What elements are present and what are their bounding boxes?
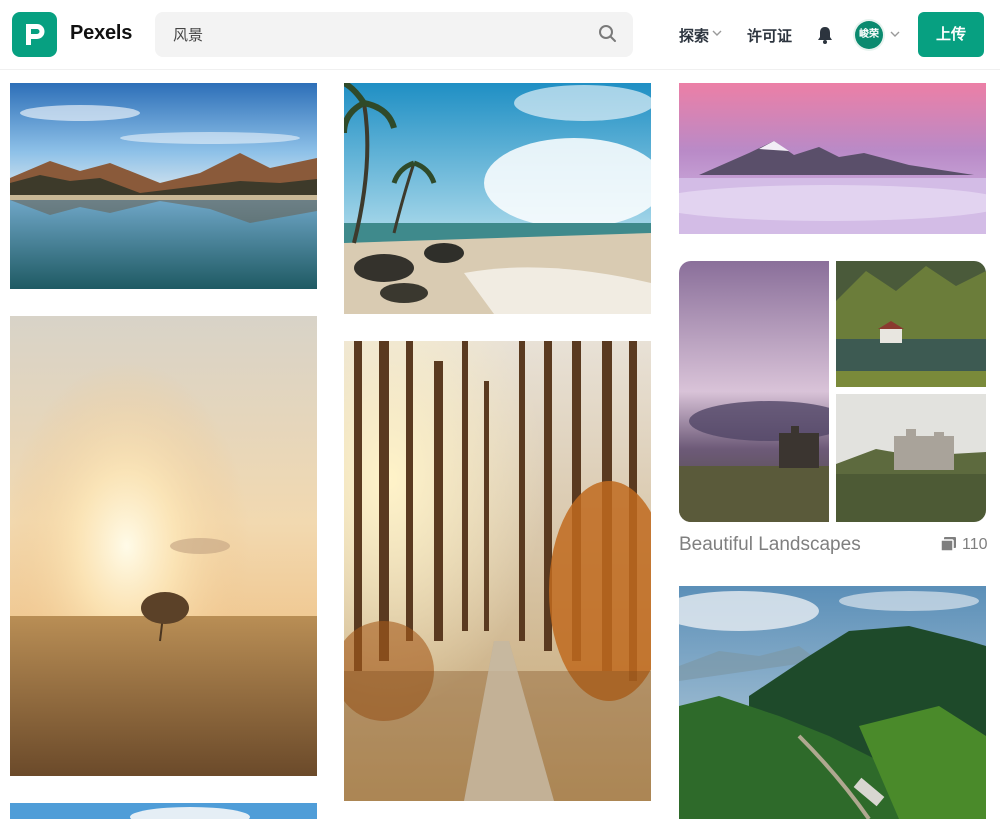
photo-partial-bottom[interactable] bbox=[10, 803, 317, 819]
search-bar bbox=[155, 12, 633, 57]
chevron-down-icon[interactable] bbox=[712, 29, 722, 37]
nav-license[interactable]: 许可证 bbox=[747, 25, 792, 46]
bell-icon[interactable] bbox=[816, 25, 834, 45]
photo-mountain-lake[interactable] bbox=[10, 83, 317, 289]
upload-button[interactable]: 上传 bbox=[918, 12, 984, 57]
search-input[interactable] bbox=[155, 12, 585, 57]
search-icon[interactable] bbox=[598, 24, 618, 44]
photo-sunset-field[interactable] bbox=[10, 316, 317, 776]
logo-text[interactable]: Pexels bbox=[70, 22, 132, 45]
collection-photo-castle-ruins[interactable] bbox=[836, 394, 986, 522]
pexels-logo-icon[interactable] bbox=[12, 12, 57, 57]
collection-images-icon bbox=[940, 537, 956, 552]
collection-title[interactable]: Beautiful Landscapes bbox=[679, 534, 861, 556]
photo-green-valley-train[interactable] bbox=[679, 586, 986, 819]
avatar[interactable]: 峻荣 bbox=[855, 21, 883, 49]
photo-mountain-sea-of-clouds[interactable] bbox=[679, 83, 986, 234]
photo-tropical-beach[interactable] bbox=[344, 83, 651, 314]
collection-photo-castle-sky[interactable] bbox=[679, 261, 829, 522]
collection-count: 110 bbox=[962, 536, 988, 553]
chevron-down-icon[interactable] bbox=[890, 30, 900, 38]
collection-photo-lake-house[interactable] bbox=[836, 261, 986, 387]
nav-explore[interactable]: 探索 bbox=[679, 25, 709, 46]
photo-autumn-forest[interactable] bbox=[344, 341, 651, 801]
top-header: Pexels 探索 许可证 峻荣 上传 bbox=[0, 0, 1000, 70]
